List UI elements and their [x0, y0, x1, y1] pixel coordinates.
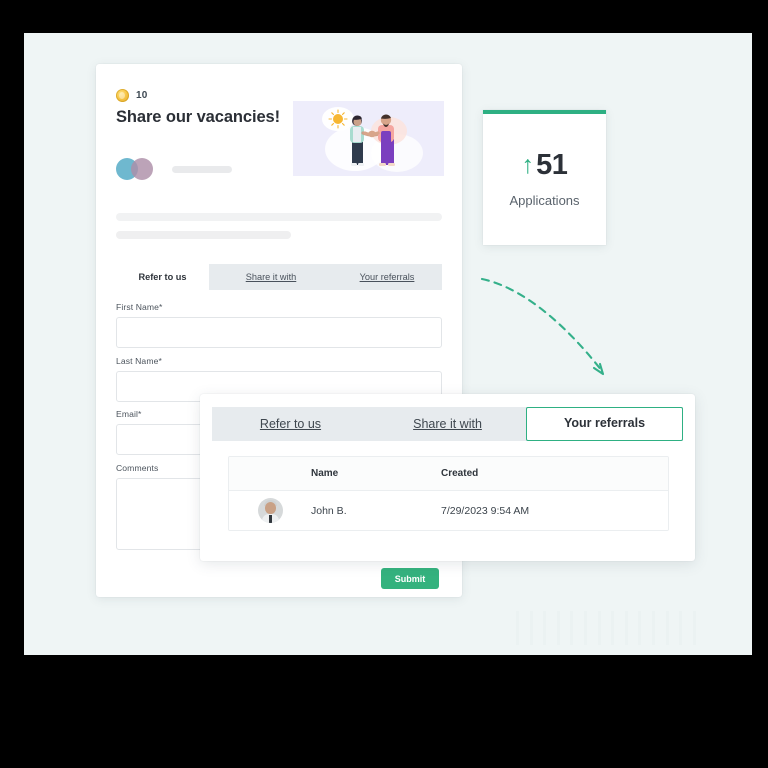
applications-stat-card: ↑ 51 Applications	[483, 110, 606, 245]
placeholder-line	[172, 165, 232, 173]
tab-refer-to-us[interactable]: Refer to us	[212, 407, 369, 441]
avatar	[131, 158, 153, 180]
arrow-up-icon: ↑	[521, 151, 535, 179]
page-title: Share our vacancies!	[116, 108, 280, 126]
avatar-group-row	[116, 158, 232, 180]
background-watermark	[516, 611, 696, 645]
tab-your-referrals[interactable]: Your referrals	[526, 407, 683, 441]
placeholder-bar	[116, 231, 291, 239]
tab-refer-to-us[interactable]: Refer to us	[116, 264, 209, 290]
table-row[interactable]: John B. 7/29/2023 9:54 AM	[229, 491, 668, 530]
page-background-panel: 10 Share our vacancies! Refer to us Shar…	[24, 33, 752, 655]
referrals-table: Name Created John B. 7/29/2023 9:54 AM	[228, 456, 669, 531]
tab-share-it-with[interactable]: Share it with	[369, 407, 526, 441]
form-card-tabs: Refer to us Share it with Your referrals	[116, 264, 442, 290]
dashed-curved-arrow-icon	[480, 277, 605, 376]
field-first-name: First Name*	[116, 302, 442, 348]
cell-created: 7/29/2023 9:54 AM	[441, 504, 530, 517]
last-name-label: Last Name*	[116, 356, 162, 366]
stat-number: 51	[536, 149, 568, 181]
your-referrals-panel: Refer to us Share it with Your referrals…	[200, 394, 695, 561]
table-header-row: Name Created	[229, 457, 668, 491]
column-header-created: Created	[441, 468, 479, 479]
tab-share-it-with[interactable]: Share it with	[216, 264, 326, 290]
coin-count-label: 10	[136, 90, 148, 101]
avatar-group	[116, 158, 154, 180]
submit-button[interactable]: Submit	[381, 568, 439, 589]
tab-your-referrals[interactable]: Your referrals	[332, 264, 442, 290]
stat-label: Applications	[509, 193, 580, 208]
cell-name: John B.	[311, 504, 347, 517]
first-name-label: First Name*	[116, 302, 163, 312]
referrals-panel-tabs: Refer to us Share it with Your referrals	[212, 407, 683, 441]
coin-reward: 10	[116, 89, 148, 102]
first-name-input[interactable]	[116, 317, 442, 348]
stat-value-row: ↑ 51	[522, 151, 568, 180]
avatar	[257, 498, 283, 523]
column-header-name: Name	[311, 468, 339, 479]
screenshot-stage: 10 Share our vacancies! Refer to us Shar…	[0, 0, 768, 768]
handshake-illustration	[293, 101, 444, 176]
coin-icon	[116, 89, 129, 102]
row-avatar-cell	[229, 498, 311, 523]
placeholder-bar	[116, 213, 442, 221]
